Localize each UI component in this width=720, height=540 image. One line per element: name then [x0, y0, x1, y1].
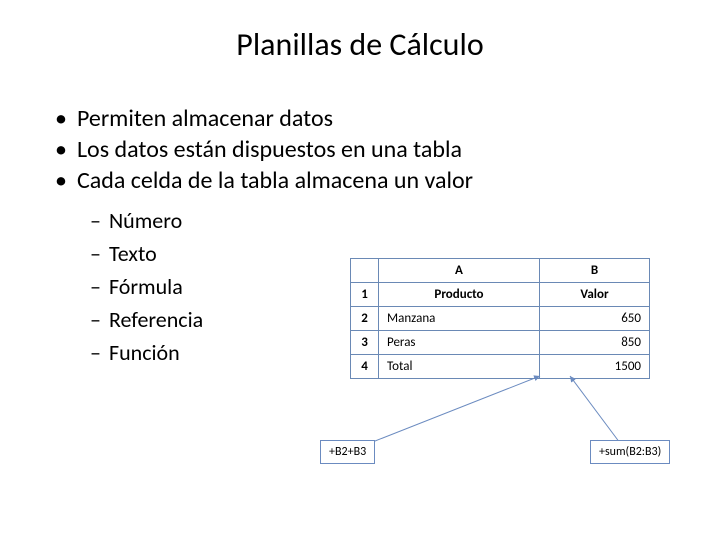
cell: Manzana — [379, 307, 540, 331]
cell: Peras — [379, 331, 540, 355]
corner-cell — [351, 259, 379, 283]
formula-callout-right: +sum(B2:B3) — [590, 440, 670, 464]
table-row: 4 Total 1500 — [351, 355, 650, 379]
cell: 1500 — [539, 355, 649, 379]
table-row: 1 Producto Valor — [351, 283, 650, 307]
table-row: 2 Manzana 650 — [351, 307, 650, 331]
cell: Total — [379, 355, 540, 379]
row-header: 2 — [351, 307, 379, 331]
list-item: •Los datos están dispuestos en una tabla — [40, 135, 720, 164]
spreadsheet-table: A B 1 Producto Valor 2 Manzana 650 3 Per… — [350, 258, 650, 379]
formula-callout-left: +B2+B3 — [320, 440, 375, 464]
list-item: •Permiten almacenar datos — [40, 104, 720, 133]
row-header: 3 — [351, 331, 379, 355]
row-header: 4 — [351, 355, 379, 379]
table-row: 3 Peras 850 — [351, 331, 650, 355]
bullet-text: Número — [109, 207, 182, 234]
slide-title: Planillas de Cálculo — [0, 0, 720, 64]
col-header-b: B — [539, 259, 649, 283]
cell: 850 — [539, 331, 649, 355]
bullet-text: Cada celda de la tabla almacena un valor — [77, 166, 473, 195]
bullet-text: Referencia — [109, 306, 203, 333]
bullet-text: Texto — [109, 240, 157, 267]
cell: Valor — [539, 283, 649, 307]
bullet-text: Los datos están dispuestos en una tabla — [77, 135, 462, 164]
bullet-text: Permiten almacenar datos — [77, 104, 333, 133]
list-item: –Número — [80, 207, 720, 234]
col-header-a: A — [379, 259, 540, 283]
bullet-text: Función — [109, 339, 180, 366]
cell: Producto — [379, 283, 540, 307]
row-header: 1 — [351, 283, 379, 307]
list-item: •Cada celda de la tabla almacena un valo… — [40, 166, 720, 195]
cell: 650 — [539, 307, 649, 331]
bullet-text: Fórmula — [109, 273, 183, 300]
